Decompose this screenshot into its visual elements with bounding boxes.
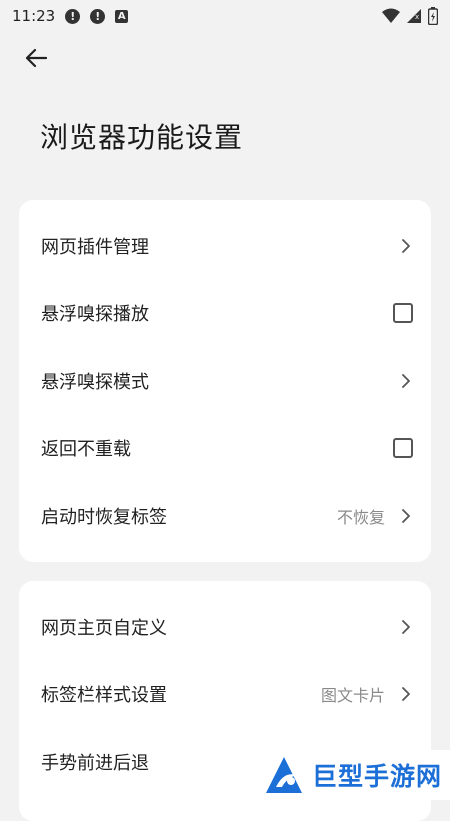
- chevron-right-icon: [399, 685, 413, 703]
- settings-row-tabbar-style[interactable]: 标签栏样式设置 图文卡片: [19, 661, 431, 729]
- arrow-left-icon: [25, 48, 47, 68]
- chevron-right-icon: [399, 372, 413, 390]
- watermark-logo-icon: [266, 757, 302, 793]
- svg-text:x: x: [415, 13, 419, 21]
- row-label: 悬浮嗅探播放: [41, 304, 149, 326]
- signal-icon: x: [407, 9, 421, 23]
- floating-sniff-play-checkbox[interactable]: [393, 303, 413, 324]
- alert-notification-icon: !: [65, 8, 81, 24]
- chevron-right-icon: [399, 507, 413, 525]
- settings-row-no-reload-on-back[interactable]: 返回不重载: [19, 415, 431, 483]
- settings-card-browser: 网页插件管理 悬浮嗅探播放 悬浮嗅探模式 返回不重载 启动时恢复标签 不恢复: [19, 200, 431, 562]
- battery-icon: [428, 7, 438, 25]
- no-reload-on-back-checkbox[interactable]: [393, 438, 413, 459]
- status-right: x: [382, 7, 438, 25]
- page-title: 浏览器功能设置: [40, 121, 244, 154]
- settings-row-homepage-custom[interactable]: 网页主页自定义: [19, 593, 431, 661]
- chevron-right-icon: [399, 618, 413, 636]
- status-left: 11:23 ! ! A: [12, 7, 129, 25]
- row-label: 标签栏样式设置: [41, 685, 167, 707]
- status-time: 11:23: [12, 7, 56, 25]
- row-value: 图文卡片: [320, 686, 385, 706]
- chevron-right-icon: [399, 237, 413, 255]
- row-label: 网页主页自定义: [41, 617, 167, 639]
- row-label: 启动时恢复标签: [41, 506, 167, 528]
- row-value: 不恢复: [336, 507, 385, 527]
- settings-row-floating-sniff-mode[interactable]: 悬浮嗅探模式: [19, 347, 431, 415]
- watermark-text: 巨型手游网: [312, 762, 443, 791]
- alert-notification-icon: !: [90, 8, 106, 24]
- settings-row-floating-sniff-play[interactable]: 悬浮嗅探播放: [19, 280, 431, 348]
- settings-row-plugin-management[interactable]: 网页插件管理: [19, 212, 431, 280]
- status-bar: 11:23 ! ! A x: [0, 0, 450, 32]
- app-notification-icon: A: [115, 9, 129, 23]
- row-label: 网页插件管理: [41, 236, 149, 258]
- watermark: 巨型手游网: [258, 750, 450, 800]
- back-button[interactable]: [20, 42, 52, 74]
- wifi-icon: [382, 8, 400, 23]
- settings-row-restore-tabs[interactable]: 启动时恢复标签 不恢复: [19, 482, 431, 550]
- row-label: 返回不重载: [41, 439, 131, 461]
- row-label: 悬浮嗅探模式: [41, 371, 149, 393]
